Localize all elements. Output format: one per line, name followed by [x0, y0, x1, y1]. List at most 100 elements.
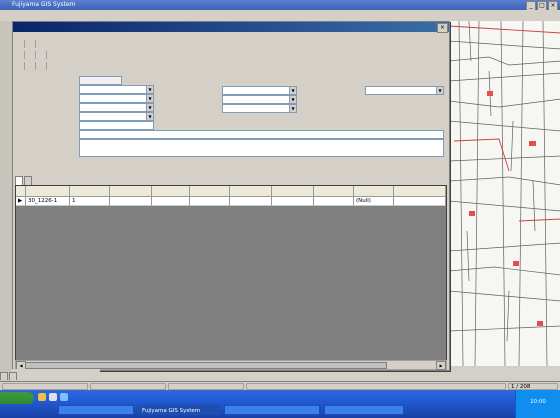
tab-land-info[interactable]	[15, 176, 23, 185]
table-cell: 1	[70, 197, 110, 206]
toolbar3-btn-3[interactable]	[37, 56, 45, 67]
menu-item-1[interactable]	[0, 10, 8, 21]
table-cell	[190, 197, 230, 206]
shisetsumei-select[interactable]: ▼	[222, 95, 297, 104]
tray-clock[interactable]: 10:00	[516, 399, 560, 405]
column-header[interactable]	[152, 186, 190, 197]
dialog-titlebar: ×	[13, 22, 449, 33]
toolbar3-btn-1[interactable]	[15, 56, 23, 67]
chevron-down-icon: ▼	[146, 113, 153, 120]
column-header[interactable]	[70, 186, 110, 197]
quicklaunch-desktop-icon[interactable]	[49, 393, 57, 401]
column-header[interactable]	[230, 186, 272, 197]
menu-item-4[interactable]	[30, 10, 38, 21]
map-canvas[interactable]	[449, 21, 560, 366]
toolbar2-btn-4[interactable]	[48, 45, 56, 56]
dialog-toolbar-1	[15, 34, 45, 48]
scroll-right-icon[interactable]: ▶	[436, 361, 446, 370]
quicklaunch-media-icon[interactable]	[60, 393, 68, 401]
koaza-select[interactable]: ▼	[222, 104, 297, 113]
menu-item-3[interactable]	[20, 10, 28, 21]
column-header[interactable]	[272, 186, 314, 197]
map-view[interactable]	[448, 21, 560, 366]
basic-info-panel: ▼ ▼ ▼ ▼ ▼ ▼ ▼ ▼	[15, 68, 445, 186]
biko-field[interactable]	[79, 139, 444, 157]
grid-header	[16, 186, 446, 197]
row-indicator-icon: ▶	[16, 197, 26, 206]
toolbar2-btn-3[interactable]	[37, 45, 45, 56]
oaza-select[interactable]: ▼	[79, 112, 154, 121]
column-header[interactable]	[394, 186, 446, 197]
shozai-kubun-select[interactable]: ▼	[79, 103, 154, 112]
table-cell	[272, 197, 314, 206]
toolbar3-btn-2[interactable]	[26, 56, 34, 67]
lower-tab-2[interactable]	[9, 372, 17, 380]
column-header[interactable]	[16, 186, 26, 197]
status-cell-2	[90, 383, 166, 390]
app-title: Fujiyama GIS System	[12, 1, 76, 8]
table-cell	[394, 197, 446, 206]
menu-item-2[interactable]	[10, 10, 18, 21]
column-header[interactable]	[110, 186, 152, 197]
dialog-toolbar-3	[15, 56, 56, 70]
task-fujiyama-gis[interactable]: Fujiyama GIS System	[138, 405, 220, 415]
status-cell-3	[168, 383, 244, 390]
chevron-down-icon: ▼	[289, 96, 296, 103]
scroll-thumb[interactable]	[25, 362, 387, 369]
zaisan-bango-field	[79, 76, 122, 85]
menu-item-5[interactable]	[40, 10, 48, 21]
lower-tab-1[interactable]	[0, 372, 8, 380]
task-property-ledger[interactable]	[324, 405, 404, 415]
chevron-down-icon: ▼	[146, 104, 153, 111]
chevron-down-icon: ▼	[289, 87, 296, 94]
chevron-down-icon: ▼	[146, 86, 153, 93]
left-dock	[0, 21, 12, 381]
quick-launch	[38, 393, 128, 403]
property-dialog: × ▼ ▼ ▼ ▼ ▼ ▼ ▼ ▼ ▶ 30_1226-1 1 (Null) ◀…	[12, 21, 450, 371]
dialog-title	[13, 23, 16, 30]
shisetsu-field[interactable]	[79, 130, 444, 139]
column-header[interactable]	[190, 186, 230, 197]
app-menubar	[0, 10, 560, 21]
chevron-down-icon: ▼	[436, 87, 443, 94]
toolbar1-btn-3[interactable]	[37, 34, 45, 45]
status-cell-blank	[246, 383, 506, 390]
toolbar3-btn-4[interactable]	[48, 56, 56, 67]
detail-tabs	[15, 176, 33, 185]
table-row[interactable]: ▶ 30_1226-1 1 (Null)	[16, 197, 446, 206]
status-cell-1	[2, 383, 88, 390]
chevron-down-icon: ▼	[146, 95, 153, 102]
toolbar1-btn-2[interactable]	[26, 34, 34, 45]
busho-select[interactable]: ▼	[222, 86, 297, 95]
chevron-down-icon: ▼	[289, 105, 296, 112]
table-cell	[110, 197, 152, 206]
column-header[interactable]	[26, 186, 70, 197]
toolbar2-btn-1[interactable]	[15, 45, 23, 56]
dialog-close-icon[interactable]: ×	[437, 23, 448, 33]
task-cd-gis[interactable]	[58, 405, 134, 415]
task-word-doc[interactable]	[224, 405, 320, 415]
system-tray: 10:00	[515, 390, 560, 418]
column-header[interactable]	[314, 186, 354, 197]
status-page-count: 1 / 208	[508, 383, 558, 390]
window-controls: _ □ ×	[525, 1, 558, 11]
table-cell	[152, 197, 190, 206]
zaisan-kubun-select[interactable]: ▼	[79, 85, 154, 94]
table-cell: 30_1226-1	[26, 197, 70, 206]
table-cell	[230, 197, 272, 206]
tab-building-info[interactable]	[24, 176, 32, 185]
shoyusha-select[interactable]: ▼	[365, 86, 444, 95]
toolbar2-btn-2[interactable]	[26, 45, 34, 56]
table-cell: (Null)	[354, 197, 394, 206]
results-grid: ▶ 30_1226-1 1 (Null)	[15, 185, 447, 362]
table-cell	[314, 197, 354, 206]
start-button[interactable]	[0, 392, 34, 404]
lower-tabs	[0, 372, 100, 381]
app-titlebar: Fujiyama GIS System _ □ ×	[0, 0, 560, 11]
quicklaunch-ie-icon[interactable]	[38, 393, 46, 401]
column-header[interactable]	[354, 186, 394, 197]
toolbar1-btn-1[interactable]	[15, 34, 23, 45]
gen-select[interactable]: ▼	[79, 94, 154, 103]
shozai-chiban-field[interactable]	[79, 121, 154, 130]
dialog-toolbar-2	[15, 45, 56, 59]
